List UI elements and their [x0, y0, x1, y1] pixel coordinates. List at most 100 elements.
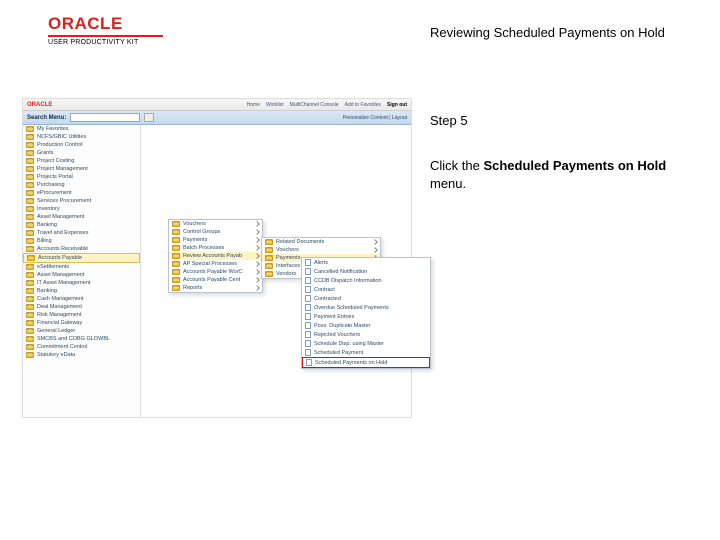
sidebar-item-label: Deal Management [37, 304, 82, 310]
toplink-console[interactable]: MultiChannel Console [290, 102, 339, 108]
sidebar-item[interactable]: Project Costing [23, 157, 140, 165]
sidebar-item-label: Risk Management [37, 312, 81, 318]
folder-icon [265, 247, 273, 253]
flyout-menu-item[interactable]: Rejected Vouchers [302, 330, 430, 339]
flyout-item-label: Vouchers [276, 247, 299, 253]
sidebar-item[interactable]: Asset Management [23, 213, 140, 221]
sidebar-item[interactable]: Purchasing [23, 181, 140, 189]
flyout-item-label: Scheduled Payments on Hold [315, 360, 387, 366]
sidebar-item[interactable]: Inventory [23, 205, 140, 213]
folder-icon [26, 198, 34, 204]
sidebar-item-label: Accounts Payable [38, 255, 82, 261]
search-go-button[interactable] [144, 113, 154, 122]
flyout-menu-item[interactable]: Overdue Scheduled Payments [302, 303, 430, 312]
sidebar-item[interactable]: Asset Management [23, 271, 140, 279]
sidebar-item-label: Projects Portal [37, 174, 73, 180]
flyout-menu-item[interactable]: Contract [302, 285, 430, 294]
flyout-menu-item[interactable]: Cancelled Notification [302, 267, 430, 276]
folder-icon [26, 158, 34, 164]
sidebar-item-label: Cash Management [37, 296, 83, 302]
flyout-item-label: Rejected Vouchers [314, 332, 360, 338]
sidebar-item[interactable]: Risk Management [23, 311, 140, 319]
flyout-menu-item[interactable]: Reports [169, 284, 262, 292]
flyout-menu-item[interactable]: Accounts Payable WorC [169, 268, 262, 276]
flyout-item-label: Vendors [276, 271, 296, 277]
toplink-home[interactable]: Home [247, 102, 260, 108]
sidebar-item[interactable]: Cash Management [23, 295, 140, 303]
flyout-item-label: AP Special Processes [183, 261, 237, 267]
flyout-menu-item[interactable]: Payment Entries [302, 312, 430, 321]
flyout-menu-item[interactable]: Control Groups [169, 228, 262, 236]
sidebar-item[interactable]: Banking [23, 287, 140, 295]
flyout-menu-item[interactable]: Batch Processes [169, 244, 262, 252]
sidebar-item-label: Services Procurement [37, 198, 91, 204]
sidebar-item[interactable]: Projects Portal [23, 173, 140, 181]
sidebar-item[interactable]: Grants [23, 149, 140, 157]
sidebar-item[interactable]: Travel and Expenses [23, 229, 140, 237]
flyout-item-label: Batch Processes [183, 245, 224, 251]
sidebar-item[interactable]: My Favorites [23, 125, 140, 133]
chevron-right-icon [254, 269, 260, 275]
flyout-menu-item[interactable]: Review Accounts Payab [169, 252, 262, 260]
flyout-menu-item[interactable]: Schedule Disp. using Master [302, 339, 430, 348]
sidebar-item-label: Project Management [37, 166, 88, 172]
flyout-menu-item[interactable]: Related Documents [262, 238, 380, 246]
folder-icon [26, 222, 34, 228]
sidebar-item[interactable]: IT Asset Management [23, 279, 140, 287]
flyout-menu-item[interactable]: Vouchers [262, 246, 380, 254]
toplink-worklist[interactable]: Worklist [266, 102, 284, 108]
flyout-item-label: CCDB Dispatch Information [314, 278, 382, 284]
flyout-menu-item[interactable]: Poss. Duplicate Master [302, 321, 430, 330]
folder-icon [26, 304, 34, 310]
flyout-menu-item[interactable]: CCDB Dispatch Information [302, 276, 430, 285]
sidebar-item[interactable]: SMCBS and COBG GLOWBL [23, 335, 140, 343]
flyout-item-label: Cancelled Notification [314, 269, 367, 275]
flyout-menu-item[interactable]: Accounts Payable Cent [169, 276, 262, 284]
document-icon [305, 277, 311, 284]
search-input[interactable] [70, 113, 140, 122]
folder-icon [265, 239, 273, 245]
sidebar-item[interactable]: Banking [23, 221, 140, 229]
chevron-right-icon [254, 221, 260, 227]
flyout-menu-item[interactable]: Vouchers [169, 220, 262, 228]
app-screenshot: ORACLE Home Worklist MultiChannel Consol… [22, 98, 412, 418]
flyout-item-label: Contract [314, 287, 335, 293]
folder-icon [26, 264, 34, 270]
flyout-menu-item[interactable]: Scheduled Payments on Hold [302, 357, 430, 368]
sidebar-item[interactable]: Project Management [23, 165, 140, 173]
flyout-menu-item[interactable]: Contracted [302, 294, 430, 303]
logo-underline [48, 35, 163, 37]
sidebar-item[interactable]: Billing [23, 237, 140, 245]
folder-icon [26, 320, 34, 326]
sidebar-item[interactable]: Accounts Receivable [23, 245, 140, 253]
sidebar-item[interactable]: Accounts Payable [23, 253, 140, 263]
document-icon [306, 359, 312, 366]
folder-icon [26, 336, 34, 342]
flyout-item-label: Review Accounts Payab [183, 253, 242, 259]
flyout-item-label: Vouchers [183, 221, 206, 227]
sidebar-item[interactable]: Deal Management [23, 303, 140, 311]
flyout-menu-item[interactable]: Alerts [302, 258, 430, 267]
toplink-favorites[interactable]: Add to Favorites [345, 102, 381, 108]
sidebar-item[interactable]: eProcurement [23, 189, 140, 197]
folder-icon [265, 255, 273, 261]
sidebar-item[interactable]: eSettlements [23, 263, 140, 271]
sidebar-item[interactable]: Services Procurement [23, 197, 140, 205]
sidebar-item[interactable]: Commitment Control [23, 343, 140, 351]
flyout-menu-item[interactable]: Payments [169, 236, 262, 244]
app-topbar: ORACLE Home Worklist MultiChannel Consol… [23, 99, 411, 111]
app-search-bar: Search Menu: Personalize Content | Layou… [23, 111, 411, 125]
sidebar-item[interactable]: Statutory eData [23, 351, 140, 359]
flyout-menu-item[interactable]: AP Special Processes [169, 260, 262, 268]
folder-icon [26, 182, 34, 188]
sidebar-item-label: Asset Management [37, 214, 84, 220]
oracle-subtitle: USER PRODUCTIVITY KIT [48, 39, 163, 46]
sidebar-item[interactable]: NCFS/GBIC Utilities [23, 133, 140, 141]
sidebar-item[interactable]: Production Control [23, 141, 140, 149]
flyout-menu-item[interactable]: Scheduled Payment [302, 348, 430, 357]
sidebar-item[interactable]: Financial Gateway [23, 319, 140, 327]
toplink-signout[interactable]: Sign out [387, 102, 407, 108]
sidebar-item[interactable]: General Ledger [23, 327, 140, 335]
personalize-links[interactable]: Personalize Content | Layout [343, 115, 407, 121]
document-icon [305, 295, 311, 302]
